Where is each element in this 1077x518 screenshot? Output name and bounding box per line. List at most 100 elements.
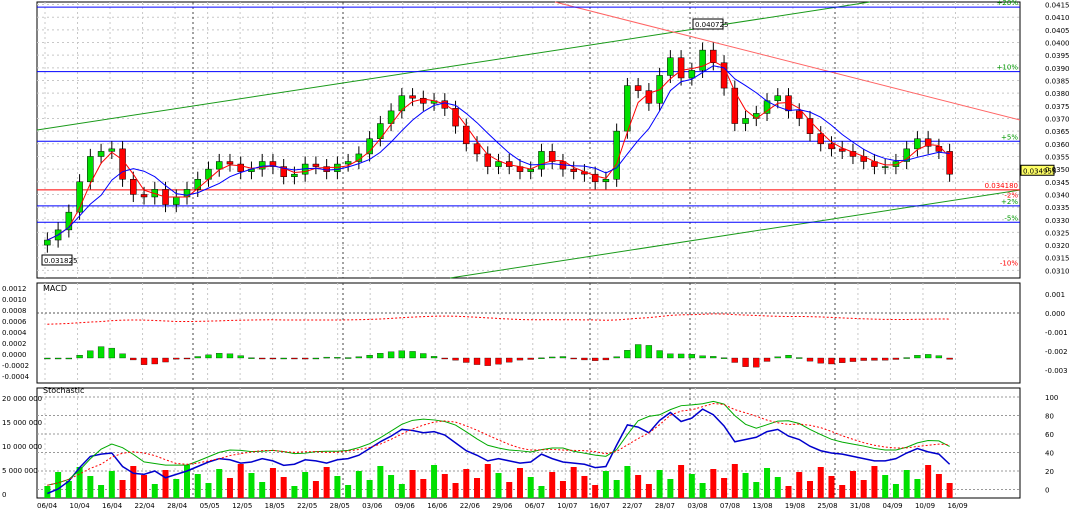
macd-left-tick: 0.0010: [2, 296, 27, 304]
volume-bar: [946, 483, 953, 498]
macd-bar: [269, 357, 277, 360]
volume-bar: [312, 481, 319, 498]
level-label: -10%: [1000, 259, 1018, 267]
x-tick-label: 22/07: [622, 502, 642, 510]
candle: [173, 196, 180, 205]
x-tick-label: 22/06: [460, 502, 481, 510]
macd-bar: [903, 357, 910, 359]
x-tick-label: 16/04: [102, 502, 123, 510]
macd-bar: [914, 355, 921, 359]
volume-bar: [656, 470, 663, 498]
candle: [44, 239, 51, 246]
macd-bar: [76, 354, 83, 359]
x-tick-label: 29/06: [492, 502, 513, 510]
volume-bar: [688, 474, 695, 498]
y-tick-label: 0.0410: [1045, 14, 1070, 22]
candle: [914, 138, 921, 150]
x-tick-label: 16/09: [947, 502, 967, 510]
y-tick-label: 0.0405: [1045, 27, 1070, 35]
level-label: -2%: [1004, 191, 1018, 199]
volume-bar: [248, 473, 255, 498]
volume-bar: [205, 483, 212, 498]
macd-bar: [366, 354, 373, 359]
volume-bar: [87, 476, 94, 498]
x-tick-label: 31/08: [850, 502, 870, 510]
macd-bar: [699, 355, 706, 359]
volume-bar: [839, 485, 846, 498]
macd-bar: [839, 357, 846, 363]
x-tick-label: 07/08: [720, 502, 740, 510]
macd-bar: [162, 357, 169, 363]
macd-right-tick: -0.002: [1045, 348, 1068, 356]
volume-bar: [141, 475, 148, 498]
macd-left-tick: 0.0008: [2, 307, 27, 315]
macd-bar: [173, 357, 180, 360]
volume-bar: [774, 477, 781, 498]
volume-bar: [409, 470, 416, 498]
volume-bar: [570, 467, 577, 498]
macd-bar: [430, 356, 438, 359]
macd-bar: [205, 354, 212, 359]
volume-bar: [731, 464, 738, 498]
volume-bar: [527, 477, 534, 498]
x-tick-label: 25/08: [817, 502, 837, 510]
macd-bar: [54, 357, 62, 360]
x-tick-label: 12/05: [232, 502, 252, 510]
candle: [538, 151, 545, 170]
candle: [140, 194, 148, 198]
candle: [753, 113, 760, 119]
macd-bar: [624, 350, 631, 359]
macd-bar: [849, 357, 857, 362]
macd-bar: [216, 353, 223, 359]
macd-bar: [44, 357, 51, 360]
macd-left-tick: 0.0004: [2, 329, 27, 337]
macd-bar: [570, 357, 577, 360]
macd-bar: [753, 357, 760, 368]
macd-bar: [806, 357, 814, 362]
macd-bar: [506, 357, 513, 363]
panel-frame: [36, 282, 1021, 384]
candle: [119, 148, 126, 180]
y-tick-label: 0.0400: [1045, 40, 1070, 48]
y-tick-label: 0.0315: [1045, 255, 1070, 263]
macd-bar: [688, 354, 695, 359]
macd-signal-line: [47, 313, 950, 325]
x-tick-label: 06/04: [37, 502, 58, 510]
price-chart[interactable]: +2%+5%+10%+20%-5%0.034180-10%-2%0.040725…: [0, 0, 1077, 514]
y-tick-label: 0.0330: [1045, 217, 1070, 225]
macd-right-tick: -0.001: [1045, 329, 1068, 337]
macd-bar: [140, 357, 148, 365]
macd-right-tick: 0.000: [1045, 310, 1065, 318]
y-tick-label: 0.0385: [1045, 77, 1070, 85]
candle: [97, 151, 105, 157]
candle: [828, 143, 835, 150]
low-annotation: 0.031825: [44, 257, 77, 265]
macd-bar: [452, 357, 459, 361]
macd-bar: [194, 356, 201, 359]
candle: [291, 173, 298, 177]
macd-bar: [592, 357, 599, 361]
candle: [108, 148, 116, 152]
macd-title: MACD: [43, 284, 67, 293]
macd-bar: [119, 353, 126, 359]
volume-bar: [613, 480, 620, 498]
macd-bar: [602, 357, 610, 361]
volume-bar: [516, 468, 523, 498]
volume-bar: [388, 475, 395, 498]
volume-bar: [280, 477, 287, 498]
x-tick-label: 22/04: [135, 502, 156, 510]
stochastic-title: Stochastic: [43, 386, 84, 395]
volume-bar: [216, 469, 223, 498]
volume-bar: [892, 484, 899, 498]
candle: [731, 87, 739, 124]
macd-bar: [441, 357, 448, 360]
macd-bar: [312, 357, 320, 360]
volume-bar: [871, 466, 878, 498]
macd-bar: [387, 351, 395, 359]
stochastic-tick: 60: [1045, 431, 1054, 439]
candle: [742, 118, 749, 124]
volume-bar: [119, 480, 126, 498]
macd-bar: [645, 345, 653, 359]
volume-bar: [194, 474, 201, 498]
volume-bar: [151, 484, 158, 498]
